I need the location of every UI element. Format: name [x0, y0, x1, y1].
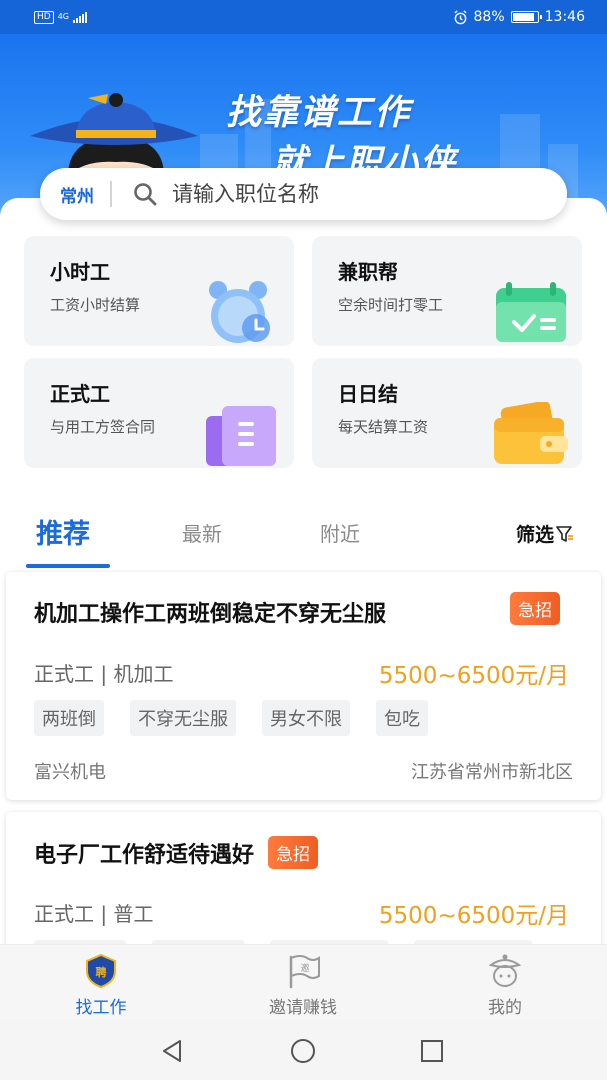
job-title-row: 电子厂工作舒适待遇好 急招 — [34, 836, 319, 869]
recent-apps-icon[interactable] — [417, 1036, 447, 1066]
hd-indicator: HD — [34, 10, 54, 24]
job-tag: 包吃 — [376, 700, 428, 736]
tab-nearby[interactable]: 附近 — [320, 518, 360, 547]
nav-mine[interactable]: 我的 — [440, 953, 570, 1018]
search-bar[interactable]: 常州 — [40, 168, 567, 220]
urgent-badge: 急招 — [268, 836, 319, 869]
job-tag: 男女不限 — [262, 700, 350, 736]
nav-find-job[interactable]: 聘 找工作 — [36, 953, 166, 1018]
home-icon[interactable] — [288, 1036, 318, 1066]
search-icon — [132, 181, 158, 207]
filter-label: 筛选 — [516, 524, 555, 546]
status-bar: HD 4G 88% 13:46 — [0, 0, 607, 34]
tab-active-indicator — [26, 564, 110, 568]
svg-text:聘: 聘 — [96, 965, 107, 979]
nav-label: 我的 — [488, 998, 522, 1018]
shield-badge-icon: 聘 — [86, 953, 116, 989]
job-tag: 两班倒 — [34, 700, 104, 736]
job-tag: 不穿无尘服 — [130, 700, 236, 736]
network-indicator: 4G — [57, 12, 69, 21]
category-parttime[interactable]: 兼职帮 空余时间打零工 — [312, 236, 582, 346]
nav-invite[interactable]: 邀 邀请赚钱 — [238, 953, 368, 1018]
system-nav-bar — [0, 1020, 607, 1080]
job-card[interactable]: 机加工操作工两班倒稳定不穿无尘服 急招 正式工 | 机加工 5500~6500元… — [6, 572, 601, 800]
filter-icon — [556, 525, 574, 542]
job-company: 富兴机电 — [34, 762, 106, 783]
job-title: 电子厂工作舒适待遇好 — [34, 842, 255, 868]
nav-label: 找工作 — [75, 998, 127, 1018]
category-hourly[interactable]: 小时工 工资小时结算 — [24, 236, 294, 346]
category-desc: 每天结算工资 — [338, 418, 429, 436]
search-divider — [110, 181, 112, 207]
hero-slogan-line1: 找靠谱工作 — [226, 93, 412, 133]
clock: 13:46 — [544, 9, 585, 25]
tab-latest[interactable]: 最新 — [182, 518, 222, 547]
battery-icon — [510, 11, 542, 23]
svg-text:邀: 邀 — [300, 962, 309, 974]
job-salary: 5500~6500元/月 — [378, 903, 569, 929]
city-selector[interactable]: 常州 — [60, 182, 94, 207]
job-title: 机加工操作工两班倒稳定不穿无尘服 — [34, 602, 387, 627]
flag-icon: 邀 — [289, 955, 320, 989]
nav-label: 邀请赚钱 — [269, 998, 337, 1018]
battery-percent: 88% — [473, 9, 505, 25]
search-input[interactable] — [172, 182, 472, 206]
back-icon[interactable] — [158, 1036, 188, 1066]
job-type: 正式工 | 普工 — [34, 902, 154, 926]
job-salary: 5500~6500元/月 — [378, 663, 569, 689]
job-tabs: 推荐 最新 附近 筛选 — [0, 508, 607, 568]
filter-button[interactable]: 筛选 — [516, 520, 574, 547]
calendar-icon — [496, 282, 566, 342]
category-title: 小时工 — [50, 260, 110, 284]
job-location: 江苏省常州市新北区 — [411, 762, 573, 783]
category-fulltime[interactable]: 正式工 与用工方签合同 — [24, 358, 294, 468]
job-tags: 两班倒 不穿无尘服 男女不限 包吃 — [34, 700, 428, 736]
urgent-badge: 急招 — [510, 592, 560, 625]
tab-recommend[interactable]: 推荐 — [36, 512, 90, 551]
document-icon — [206, 406, 276, 466]
signal-icon — [73, 11, 87, 23]
job-type: 正式工 | 机加工 — [34, 662, 174, 686]
alarm-clock-icon — [209, 281, 270, 343]
category-title: 兼职帮 — [338, 260, 398, 284]
wallet-icon — [494, 402, 568, 464]
category-title: 日日结 — [338, 382, 398, 406]
category-daily[interactable]: 日日结 每天结算工资 — [312, 358, 582, 468]
category-title: 正式工 — [50, 382, 110, 406]
profile-icon — [488, 954, 522, 987]
category-desc: 与用工方签合同 — [50, 418, 156, 436]
category-desc: 工资小时结算 — [50, 296, 141, 314]
alarm-icon — [453, 9, 467, 24]
category-desc: 空余时间打零工 — [338, 296, 444, 314]
bottom-nav: 聘 找工作 邀 邀请赚钱 我的 — [0, 944, 607, 1020]
